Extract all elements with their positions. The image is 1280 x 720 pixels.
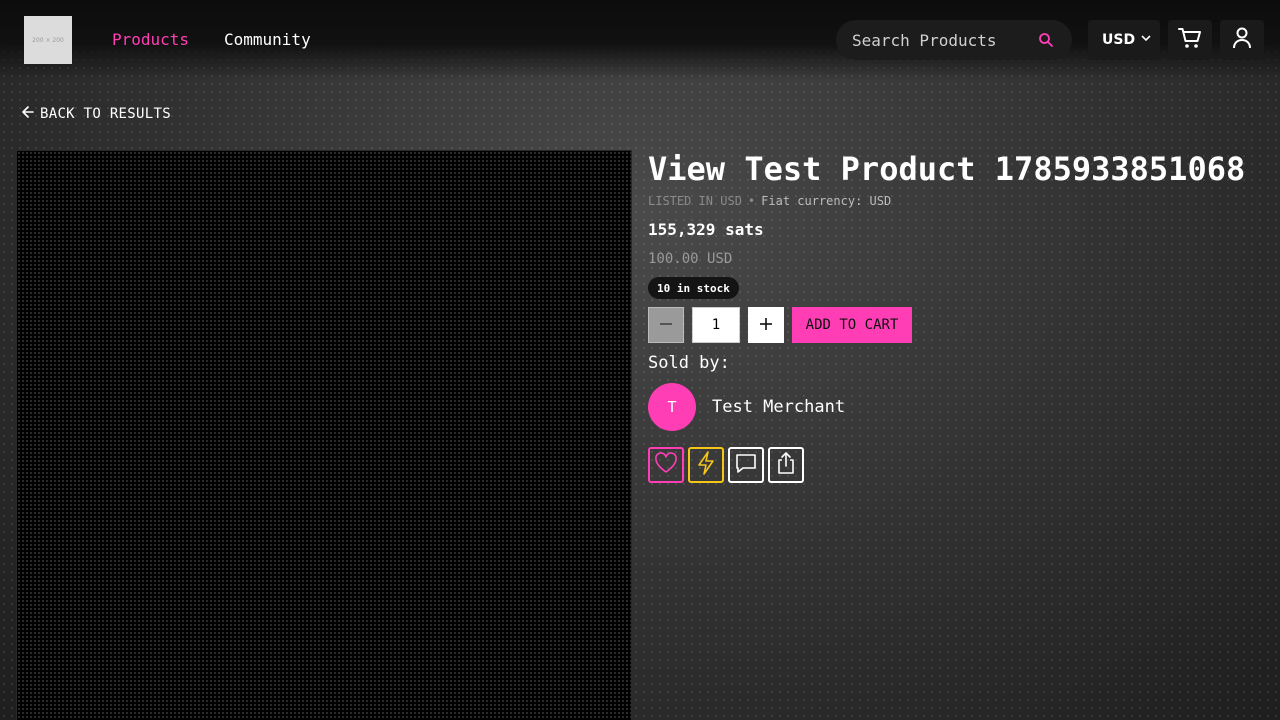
product-title: View Test Product 1785933851068 xyxy=(648,150,1246,188)
quantity-input[interactable] xyxy=(692,307,740,343)
site-logo[interactable]: 200 × 200 xyxy=(24,16,72,64)
avatar-initial: T xyxy=(667,398,677,416)
share-icon xyxy=(775,451,797,479)
merchant-avatar[interactable]: T xyxy=(648,383,696,431)
add-to-cart-button[interactable]: ADD TO CART xyxy=(792,307,912,343)
zap-button[interactable] xyxy=(688,447,724,483)
currency-selector[interactable]: USD xyxy=(1088,20,1160,60)
price-sats: 155,329 sats xyxy=(648,220,764,239)
nav-products[interactable]: Products xyxy=(112,30,189,50)
logo-placeholder-text: 200 × 200 xyxy=(32,36,64,44)
search-bar xyxy=(836,20,1072,60)
user-icon xyxy=(1231,26,1253,54)
favorite-button[interactable] xyxy=(648,447,684,483)
cart-button[interactable] xyxy=(1168,20,1212,60)
fiat-currency: Fiat currency: USD xyxy=(761,194,892,208)
site-header: 200 × 200 Products Community USD xyxy=(0,0,1280,80)
sold-by-label: Sold by: xyxy=(648,353,730,373)
search-input[interactable] xyxy=(852,30,1032,50)
heart-icon xyxy=(654,452,678,478)
arrow-left-icon xyxy=(22,106,34,122)
listed-currency: LISTED IN USD xyxy=(648,194,742,208)
stock-badge: 10 in stock xyxy=(648,277,739,299)
chat-icon xyxy=(734,451,758,479)
message-button[interactable] xyxy=(728,447,764,483)
lightning-icon xyxy=(696,451,716,479)
merchant-name[interactable]: Test Merchant xyxy=(712,397,845,417)
plus-icon xyxy=(759,316,773,335)
back-link-label: BACK TO RESULTS xyxy=(40,106,171,122)
currency-label: USD xyxy=(1102,32,1136,48)
back-to-results-link[interactable]: BACK TO RESULTS xyxy=(22,106,171,122)
separator-dot: • xyxy=(747,194,756,208)
cart-icon xyxy=(1177,25,1203,55)
price-fiat: 100.00 USD xyxy=(648,251,733,267)
search-icon[interactable] xyxy=(1038,32,1054,48)
currency-info: LISTED IN USD • Fiat currency: USD xyxy=(648,194,891,208)
minus-icon xyxy=(659,316,673,335)
account-button[interactable] xyxy=(1220,20,1264,60)
share-button[interactable] xyxy=(768,447,804,483)
chevron-down-icon xyxy=(1139,31,1153,49)
quantity-increase-button[interactable] xyxy=(748,307,784,343)
nav-community[interactable]: Community xyxy=(224,30,311,50)
quantity-decrease-button[interactable] xyxy=(648,307,684,343)
product-image[interactable] xyxy=(16,150,632,720)
